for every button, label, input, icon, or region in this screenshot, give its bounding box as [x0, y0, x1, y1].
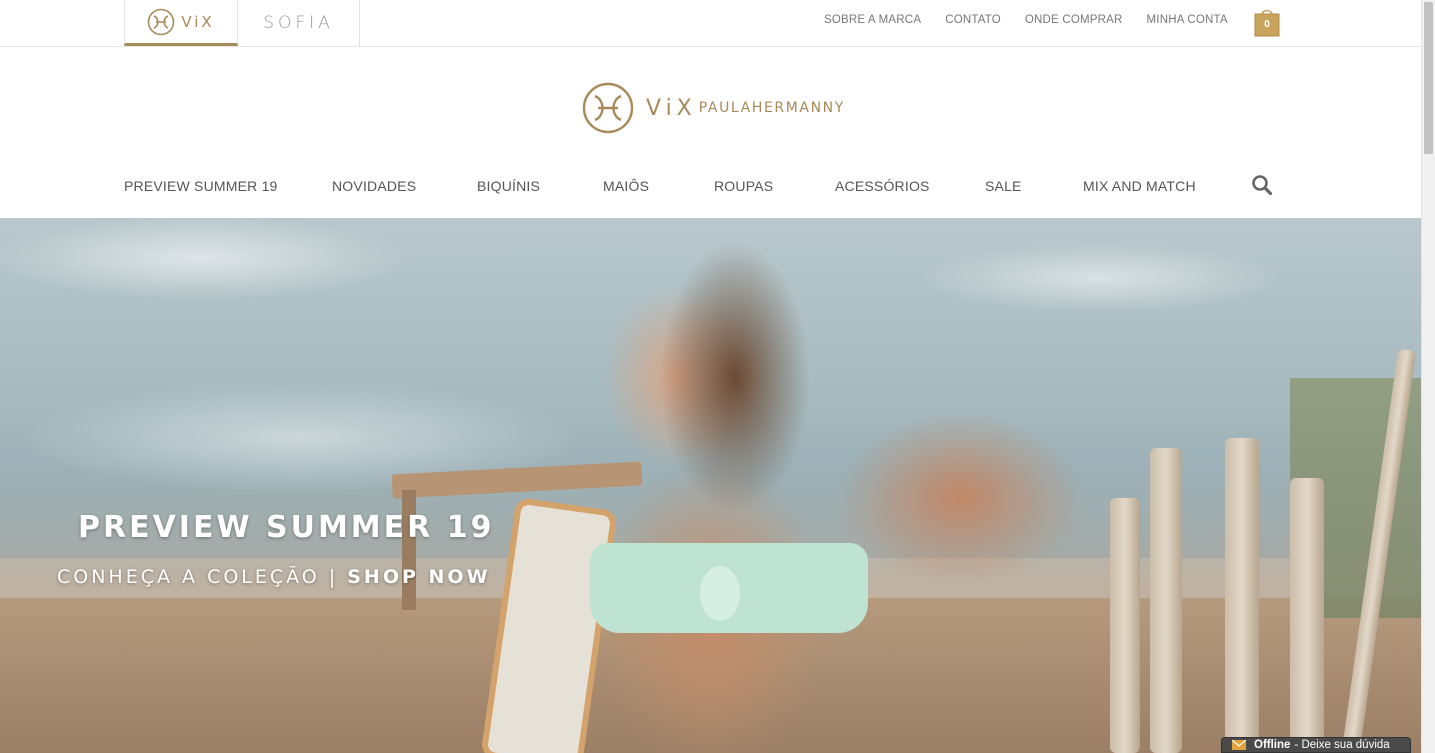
nav-mix-and-match[interactable]: MIX AND MATCH: [1083, 178, 1196, 194]
hero-shop-now-link[interactable]: SHOP NOW: [347, 566, 490, 588]
brand-tab-vix-label: ViX: [181, 12, 215, 31]
chat-message: - Deixe sua dúvida: [1294, 739, 1390, 751]
search-icon[interactable]: [1251, 174, 1273, 196]
hero-subtitle: CONHEÇA A COLEÇÃO | SHOP NOW: [57, 566, 491, 588]
vix-logo-icon: [148, 8, 175, 35]
hero-post: [1150, 448, 1182, 753]
nav-maios[interactable]: MAIÔS: [603, 178, 649, 194]
nav-acessorios[interactable]: ACESSÓRIOS: [835, 178, 930, 194]
nav-preview-summer-19[interactable]: PREVIEW SUMMER 19: [124, 178, 278, 194]
brand-tab-sofia-label: SOFIA: [263, 13, 334, 33]
util-link-sobre[interactable]: SOBRE A MARCA: [824, 14, 921, 26]
hero-post: [1225, 438, 1259, 753]
hero-post: [1290, 478, 1324, 753]
hero-subtitle-text: CONHEÇA A COLEÇÃO |: [57, 566, 348, 588]
logo-mark-text: ViX: [646, 95, 697, 121]
logo-text: PAULAHERMANNY: [698, 100, 845, 116]
page: ViX SOFIA SOBRE A MARCA CONTATO ONDE COM…: [0, 0, 1421, 753]
vix-emblem-icon: [582, 82, 634, 134]
chat-status: Offline: [1254, 739, 1291, 751]
util-link-onde-comprar[interactable]: ONDE COMPRAR: [1025, 14, 1123, 26]
chat-widget[interactable]: Offline - Deixe sua dúvida: [1221, 737, 1411, 753]
brand-tab-sofia[interactable]: SOFIA: [238, 0, 360, 46]
envelope-icon: [1232, 740, 1246, 750]
scrollbar-thumb[interactable]: [1424, 2, 1433, 154]
hero-banner[interactable]: PREVIEW SUMMER 19 CONHEÇA A COLEÇÃO | SH…: [0, 218, 1421, 753]
brand-tab-vix[interactable]: ViX: [124, 0, 238, 46]
nav-roupas[interactable]: ROUPAS: [714, 178, 773, 194]
cart-button[interactable]: 0: [1254, 7, 1280, 37]
nav-sale[interactable]: SALE: [985, 178, 1022, 194]
utility-nav: SOBRE A MARCA CONTATO ONDE COMPRAR MINHA…: [824, 14, 1228, 26]
util-link-contato[interactable]: CONTATO: [945, 14, 1001, 26]
hero-title: PREVIEW SUMMER 19: [78, 510, 495, 545]
nav-biquinis[interactable]: BIQUÍNIS: [477, 178, 540, 194]
top-bar: ViX SOFIA SOBRE A MARCA CONTATO ONDE COM…: [0, 0, 1421, 47]
main-nav: PREVIEW SUMMER 19 NOVIDADES BIQUÍNIS MAI…: [124, 178, 1274, 198]
vertical-scrollbar[interactable]: [1421, 0, 1435, 753]
hero-bench-leg: [402, 490, 416, 610]
cart-count: 0: [1264, 19, 1270, 30]
site-logo[interactable]: ViX PAULAHERMANNY: [582, 82, 845, 134]
nav-novidades[interactable]: NOVIDADES: [332, 178, 416, 194]
hero-bikini-knot: [700, 566, 740, 621]
util-link-minha-conta[interactable]: MINHA CONTA: [1147, 14, 1228, 26]
hero-model-hair: [625, 218, 835, 578]
